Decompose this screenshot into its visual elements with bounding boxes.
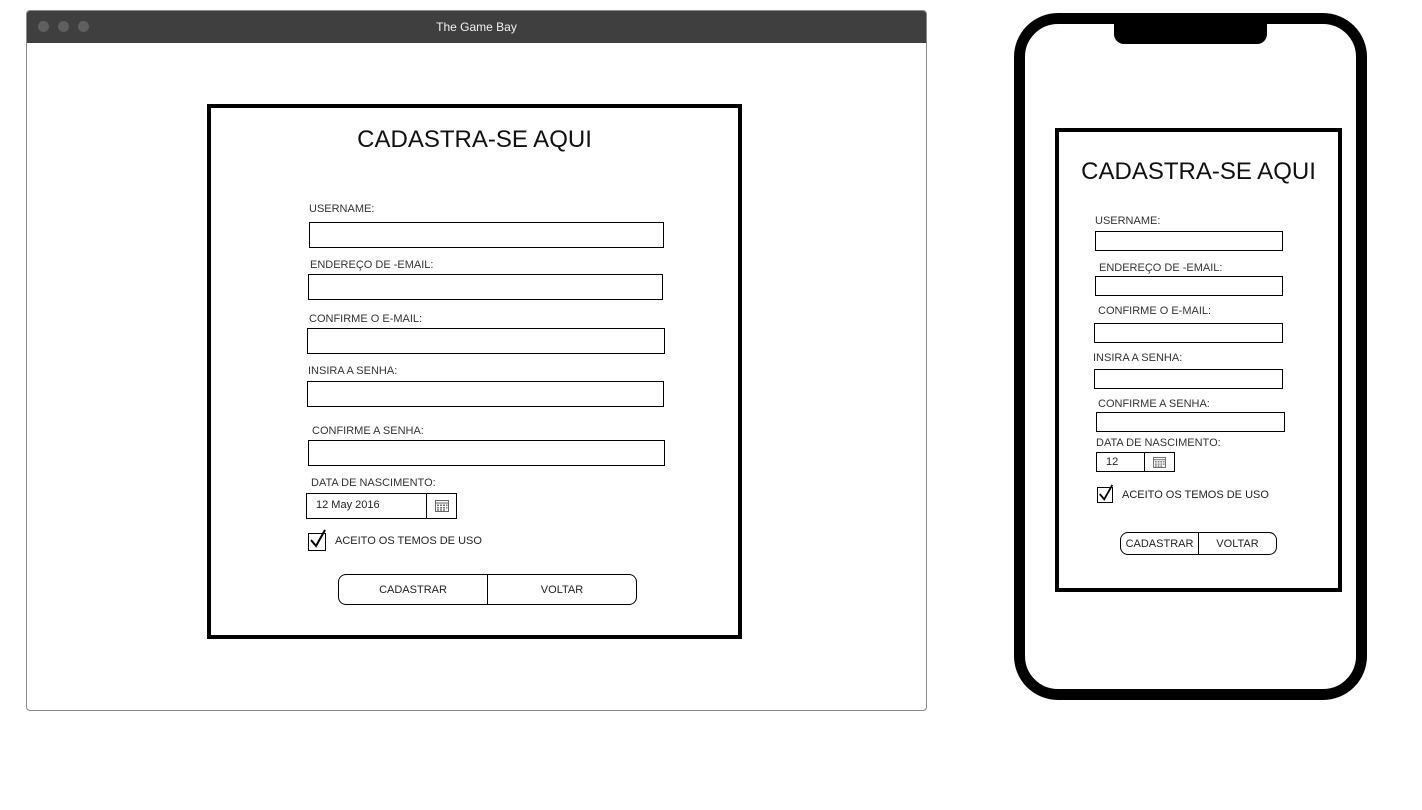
mobile-terms-checkbox[interactable] — [1097, 484, 1114, 503]
mobile-button-bar: CADASTRAR VOLTAR — [1120, 532, 1277, 555]
desktop-back-button[interactable]: VOLTAR — [487, 575, 636, 604]
desktop-confirm-email-label: CONFIRME O E-MAIL: — [309, 313, 423, 325]
desktop-confirm-password-input[interactable] — [308, 440, 665, 466]
phone-notch — [1114, 13, 1267, 44]
desktop-password-label: INSIRA A SENHA: — [308, 365, 398, 377]
mobile-birthdate-label: DATA DE NASCIMENTO: — [1096, 437, 1221, 449]
desktop-terms-label: ACEITO OS TEMOS DE USO — [335, 535, 482, 547]
mobile-username-input[interactable] — [1095, 231, 1283, 251]
desktop-confirm-password-label: CONFIRME A SENHA: — [312, 425, 424, 437]
desktop-username-label: USERNAME: — [309, 203, 375, 215]
desktop-password-input[interactable] — [307, 381, 664, 407]
mobile-password-label: INSIRA A SENHA: — [1093, 352, 1183, 364]
checkmark-icon — [1099, 484, 1114, 501]
mobile-email-label: ENDEREÇO DE -EMAIL: — [1099, 262, 1223, 274]
mobile-birthdate-value: 12 — [1106, 456, 1119, 468]
mobile-username-label: USERNAME: — [1095, 215, 1161, 227]
calendar-icon[interactable] — [426, 494, 456, 518]
mobile-confirm-password-label: CONFIRME A SENHA: — [1098, 398, 1210, 410]
window-title: The Game Bay — [436, 20, 517, 34]
calendar-icon[interactable] — [1144, 453, 1174, 471]
mobile-terms-label: ACEITO OS TEMOS DE USO — [1122, 489, 1269, 501]
mobile-password-input[interactable] — [1094, 369, 1283, 389]
checkmark-icon — [310, 529, 326, 548]
mobile-back-button[interactable]: VOLTAR — [1198, 533, 1276, 554]
mobile-confirm-email-input[interactable] — [1094, 323, 1283, 343]
mobile-confirm-password-input[interactable] — [1096, 412, 1285, 432]
desktop-terms-checkbox[interactable] — [308, 529, 326, 551]
desktop-page-title: CADASTRA-SE AQUI — [357, 126, 592, 153]
mobile-confirm-email-label: CONFIRME O E-MAIL: — [1098, 305, 1212, 317]
mobile-email-input[interactable] — [1095, 276, 1283, 296]
desktop-email-label: ENDEREÇO DE -EMAIL: — [310, 259, 434, 271]
desktop-button-bar: CADASTRAR VOLTAR — [338, 574, 637, 605]
desktop-email-input[interactable] — [308, 274, 663, 300]
desktop-birthdate-label: DATA DE NASCIMENTO: — [311, 477, 436, 489]
desktop-username-input[interactable] — [309, 222, 664, 248]
desktop-register-panel — [207, 104, 742, 639]
desktop-confirm-email-input[interactable] — [307, 328, 665, 354]
desktop-birthdate-value: 12 May 2016 — [316, 499, 380, 511]
window-titlebar: The Game Bay — [27, 11, 926, 43]
desktop-birthdate-picker[interactable]: 12 May 2016 — [306, 493, 457, 519]
mobile-birthdate-picker[interactable]: 12 — [1096, 452, 1175, 472]
mobile-register-button[interactable]: CADASTRAR — [1121, 533, 1198, 554]
desktop-register-button[interactable]: CADASTRAR — [339, 575, 487, 604]
mobile-page-title: CADASTRA-SE AQUI — [1081, 158, 1316, 185]
